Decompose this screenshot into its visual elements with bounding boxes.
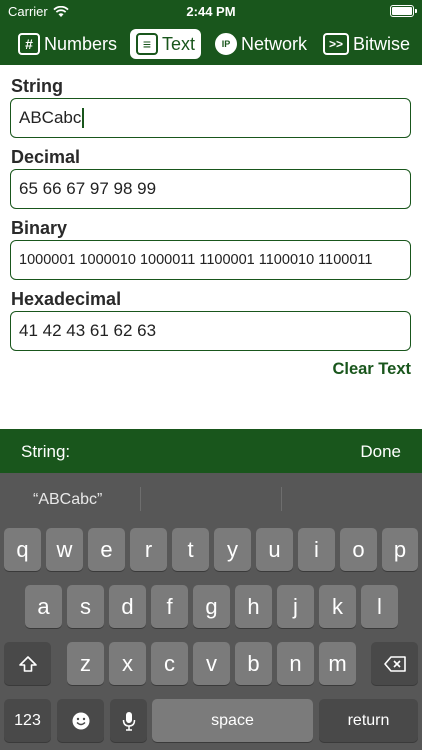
- microphone-icon: [122, 711, 135, 731]
- key-f[interactable]: f: [151, 585, 188, 628]
- battery-icon: [390, 5, 417, 17]
- key-p[interactable]: p: [382, 528, 418, 571]
- tab-bitwise-label: Bitwise: [353, 33, 411, 54]
- tab-bitwise[interactable]: >> Bitwise: [323, 29, 410, 59]
- delete-key[interactable]: [371, 642, 418, 685]
- key-s[interactable]: s: [67, 585, 104, 628]
- keyboard-accessory-bar: String: Done: [0, 429, 422, 473]
- binary-value: 1000001 1000010 1000011 1100001 1100010 …: [19, 252, 373, 268]
- key-o[interactable]: o: [340, 528, 377, 571]
- suggestion-item[interactable]: “ABCabc”: [33, 491, 102, 509]
- tab-network[interactable]: IP Network: [215, 29, 307, 59]
- done-button[interactable]: Done: [360, 442, 401, 462]
- key-k[interactable]: k: [319, 585, 356, 628]
- key-z[interactable]: z: [67, 642, 104, 685]
- text-caret: [82, 108, 85, 128]
- key-n[interactable]: n: [277, 642, 314, 685]
- key-w[interactable]: w: [46, 528, 83, 571]
- decimal-label: Decimal: [11, 147, 81, 167]
- return-key[interactable]: return: [319, 699, 418, 742]
- key-e[interactable]: e: [88, 528, 125, 571]
- header: Carrier 2:44 PM # Numbers ≡ Text IP Netw…: [0, 0, 422, 65]
- status-time: 2:44 PM: [186, 4, 236, 19]
- key-l[interactable]: l: [361, 585, 398, 628]
- shift-key[interactable]: [4, 642, 51, 685]
- binary-field[interactable]: 1000001 1000010 1000011 1100001 1100010 …: [10, 240, 411, 280]
- space-key[interactable]: space: [152, 699, 313, 742]
- backspace-icon: [383, 655, 406, 672]
- key-m[interactable]: m: [319, 642, 356, 685]
- key-h[interactable]: h: [235, 585, 272, 628]
- key-v[interactable]: v: [193, 642, 230, 685]
- tab-bar: # Numbers ≡ Text IP Network >> Bitwise: [0, 26, 422, 62]
- decimal-field[interactable]: 65 66 67 97 98 99: [10, 169, 411, 209]
- hash-icon: #: [18, 33, 40, 55]
- keyboard: “ABCabc” q w e r t y u i o p a s d f g h…: [0, 473, 422, 750]
- decimal-value: 65 66 67 97 98 99: [19, 179, 157, 198]
- hexadecimal-field[interactable]: 41 42 43 61 62 63: [10, 311, 411, 351]
- tab-text[interactable]: ≡ Text: [130, 29, 202, 59]
- ip-pin-icon: IP: [215, 33, 237, 55]
- hexadecimal-value: 41 42 43 61 62 63: [19, 321, 157, 340]
- string-label: String: [11, 76, 63, 96]
- hexadecimal-label: Hexadecimal: [11, 289, 122, 309]
- key-j[interactable]: j: [277, 585, 314, 628]
- string-value: ABCabc: [19, 108, 82, 127]
- tab-numbers[interactable]: # Numbers: [18, 29, 117, 59]
- tab-text-label: Text: [162, 33, 196, 54]
- key-t[interactable]: t: [172, 528, 209, 571]
- shift-right-icon: >>: [323, 33, 349, 55]
- key-x[interactable]: x: [109, 642, 146, 685]
- key-i[interactable]: i: [298, 528, 335, 571]
- clear-text-button[interactable]: Clear Text: [332, 360, 411, 379]
- key-u[interactable]: u: [256, 528, 293, 571]
- binary-label: Binary: [11, 218, 68, 238]
- shift-icon: [18, 655, 37, 672]
- accessory-field-label: String:: [21, 442, 71, 461]
- key-a[interactable]: a: [25, 585, 62, 628]
- string-field[interactable]: ABCabc: [10, 98, 411, 138]
- text-document-icon: ≡: [136, 33, 158, 55]
- tab-numbers-label: Numbers: [44, 33, 118, 54]
- emoji-key[interactable]: [57, 699, 104, 742]
- key-r[interactable]: r: [130, 528, 167, 571]
- key-d[interactable]: d: [109, 585, 146, 628]
- text-converter-form: String ABCabc Decimal 65 66 67 97 98 99 …: [0, 65, 422, 429]
- key-g[interactable]: g: [193, 585, 230, 628]
- key-b[interactable]: b: [235, 642, 272, 685]
- numbers-key[interactable]: 123: [4, 699, 51, 742]
- suggestion-bar: “ABCabc”: [0, 473, 422, 525]
- key-y[interactable]: y: [214, 528, 251, 571]
- suggestion-divider: [140, 487, 141, 511]
- emoji-icon: [72, 712, 89, 729]
- key-q[interactable]: q: [4, 528, 41, 571]
- tab-network-label: Network: [241, 33, 308, 54]
- status-bar: Carrier 2:44 PM: [0, 0, 422, 22]
- key-c[interactable]: c: [151, 642, 188, 685]
- suggestion-divider: [281, 487, 282, 511]
- dictation-key[interactable]: [110, 699, 147, 742]
